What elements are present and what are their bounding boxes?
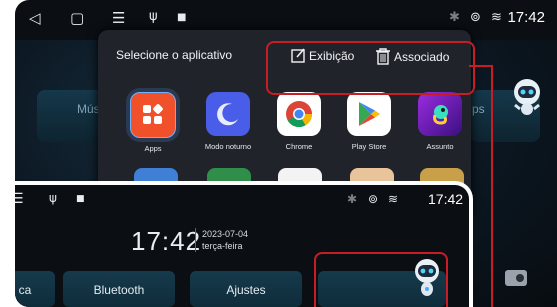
- play-store-icon: [347, 92, 391, 136]
- app-label: Assunto: [426, 142, 454, 151]
- app-chrome[interactable]: Chrome: [268, 92, 330, 151]
- weekday-value: terça-feira: [202, 241, 243, 251]
- moon-icon: [206, 92, 250, 136]
- app-play-store[interactable]: Play Store: [338, 92, 400, 151]
- usb-icon: ψ: [49, 191, 57, 205]
- tile-label: Bluetooth: [93, 283, 145, 297]
- robot-assistant-icon[interactable]: [512, 77, 542, 117]
- highlight-connector: [491, 65, 493, 307]
- usb-icon: ψ: [149, 9, 158, 24]
- app-night-mode[interactable]: Modo noturno: [197, 92, 259, 151]
- app-theme[interactable]: Assunto: [409, 92, 471, 151]
- dialog-title: Selecione o aplicativo: [116, 48, 233, 62]
- background-tile-label: ps: [472, 102, 485, 116]
- theme-icon: [418, 92, 462, 136]
- app-label: Apps: [144, 144, 162, 153]
- tile-settings[interactable]: Ajustes: [190, 271, 302, 307]
- notification-icon: ■: [177, 12, 187, 23]
- notification-icon: ■: [76, 194, 85, 204]
- wifi-icon: ≋: [388, 192, 399, 206]
- app-label: Chrome: [285, 142, 313, 151]
- overlay-status-time: 17:42: [428, 191, 464, 207]
- radio-icon[interactable]: [505, 270, 527, 286]
- date-value: 2023-07-04: [202, 229, 249, 239]
- bluetooth-icon: ✱: [347, 192, 358, 206]
- background-tile-label: Mús: [77, 102, 100, 116]
- home-screen-overlay: ☰ ψ ■ ✱ ⊚ ≋ 17:42 17:42 2023-07-04 terça…: [15, 185, 469, 307]
- bluetooth-icon: ✱: [449, 10, 460, 25]
- app-label: Play Store: [351, 142, 387, 151]
- chrome-icon: [277, 92, 321, 136]
- home-date: 2023-07-04 terça-feira: [195, 228, 248, 252]
- back-icon[interactable]: ◁: [29, 9, 41, 27]
- highlight-connector: [469, 65, 493, 67]
- menu-icon[interactable]: ☰: [15, 191, 24, 207]
- tile-music[interactable]: ca: [15, 271, 55, 307]
- tile-bluetooth[interactable]: Bluetooth: [63, 271, 175, 307]
- tile-label: Ajustes: [226, 283, 266, 297]
- highlight-box-actions: [266, 41, 475, 95]
- status-time: 17:42: [507, 9, 545, 26]
- apps-grid-icon: [130, 92, 176, 138]
- wifi-icon: ≋: [491, 10, 502, 25]
- tile-label: ca: [18, 283, 32, 297]
- head-unit-screen: ◁ ▢ ☰ ψ ■ ✱ ⊚ ≋ 17:42 Mús ps Selecione o…: [15, 0, 557, 307]
- location-icon: ⊚: [470, 10, 481, 25]
- location-icon: ⊚: [368, 192, 379, 206]
- app-label: Modo noturno: [204, 142, 252, 151]
- app-apps[interactable]: Apps: [122, 92, 184, 153]
- home-clock: 17:42: [131, 226, 202, 256]
- home-icon[interactable]: ▢: [70, 9, 84, 27]
- background-tile-left: Mús: [37, 90, 107, 142]
- robot-assistant-icon[interactable]: [413, 257, 441, 297]
- menu-icon[interactable]: ☰: [112, 9, 125, 27]
